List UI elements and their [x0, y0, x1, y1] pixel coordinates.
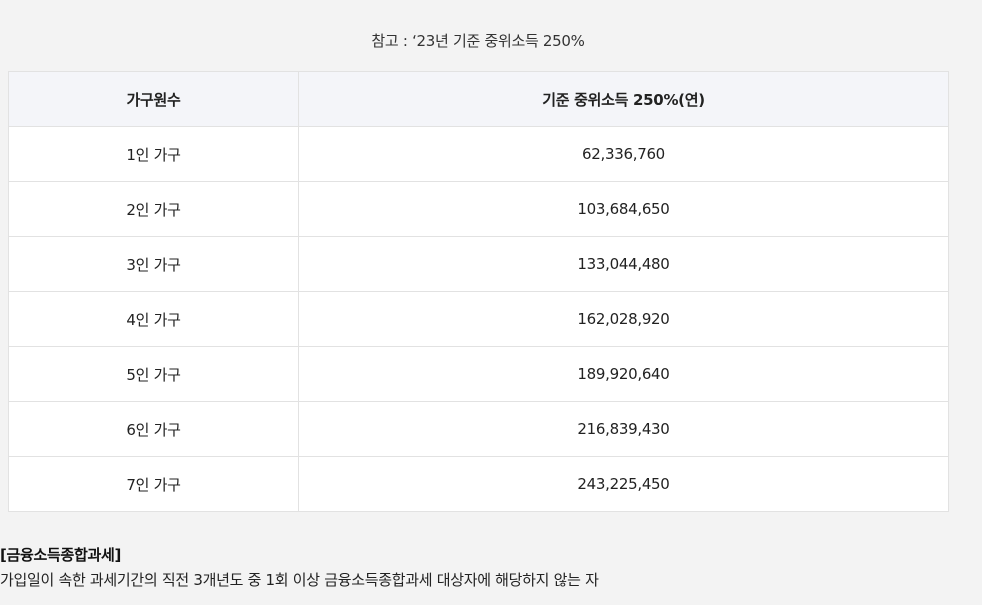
header-household-count: 가구원수 [8, 71, 299, 127]
household-cell: 7인 가구 [8, 456, 299, 512]
household-cell: 5인 가구 [8, 346, 299, 402]
header-median-income: 기준 중위소득 250%(연) [298, 71, 949, 127]
income-cell: 103,684,650 [298, 181, 949, 237]
income-table-container: 가구원수 기준 중위소득 250%(연) 1인 가구 62,336,760 2인… [8, 71, 949, 512]
household-cell: 1인 가구 [8, 126, 299, 182]
table-row: 3인 가구 133,044,480 [8, 236, 949, 292]
income-cell: 243,225,450 [298, 456, 949, 512]
table-row: 6인 가구 216,839,430 [8, 401, 949, 457]
household-cell: 3인 가구 [8, 236, 299, 292]
household-cell: 4인 가구 [8, 291, 299, 347]
income-cell: 162,028,920 [298, 291, 949, 347]
table-row: 1인 가구 62,336,760 [8, 126, 949, 182]
income-cell: 62,336,760 [298, 126, 949, 182]
table-row: 4인 가구 162,028,920 [8, 291, 949, 347]
table-row: 7인 가구 243,225,450 [8, 456, 949, 512]
table-row: 5인 가구 189,920,640 [8, 346, 949, 402]
table-row: 2인 가구 103,684,650 [8, 181, 949, 237]
income-cell: 189,920,640 [298, 346, 949, 402]
table-caption: 참고 : ‘23년 기준 중위소득 250% [371, 32, 585, 50]
table-header-row: 가구원수 기준 중위소득 250%(연) [8, 71, 949, 127]
section-description: 가입일이 속한 과세기간의 직전 3개년도 중 1회 이상 금융소득종합과세 대… [0, 571, 599, 589]
section-title: [금융소득종합과세] [0, 546, 122, 564]
household-cell: 2인 가구 [8, 181, 299, 237]
income-table: 가구원수 기준 중위소득 250%(연) 1인 가구 62,336,760 2인… [8, 71, 949, 512]
income-cell: 216,839,430 [298, 401, 949, 457]
income-cell: 133,044,480 [298, 236, 949, 292]
household-cell: 6인 가구 [8, 401, 299, 457]
